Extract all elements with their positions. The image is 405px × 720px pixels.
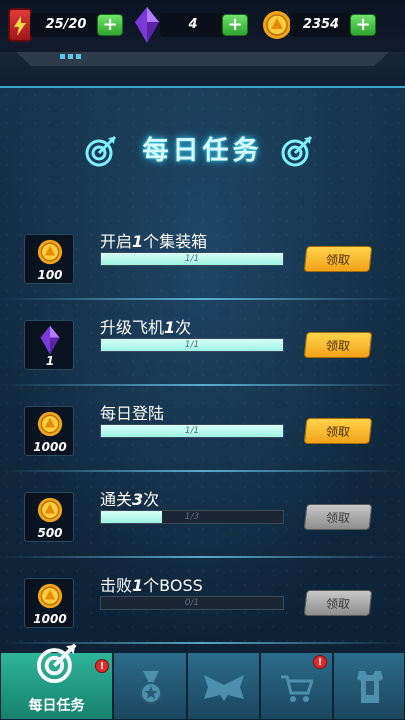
reward-box: 500 xyxy=(24,492,74,542)
progress-bar: 0/1 xyxy=(100,596,284,610)
add-energy-button[interactable]: + xyxy=(97,14,123,36)
resource-bar: 25/20 + 4 + 2354 + xyxy=(0,0,405,52)
cart-icon xyxy=(281,675,313,702)
armor-icon xyxy=(357,671,383,703)
reward-amount: 1000 xyxy=(33,612,67,626)
coin-display: 2354 xyxy=(290,13,352,37)
daily-tasks-panel: 每日任务 100 开启1个集装箱 1/1 领取 1 升级飞机1次 1/1 领取 … xyxy=(0,86,405,652)
progress-text: 1/3 xyxy=(184,512,200,522)
tab-medals[interactable] xyxy=(113,652,187,720)
task-name: 升级飞机1次 xyxy=(100,318,192,337)
bottom-nav: ! 每日任务 ! xyxy=(0,643,405,720)
coin-value: 2354 xyxy=(302,17,340,32)
task-name: 开启1个集装箱 xyxy=(100,232,208,251)
reward-box: 1 xyxy=(24,320,74,370)
claim-button[interactable]: 领取 xyxy=(303,504,373,530)
progress-text: 0/1 xyxy=(184,598,200,608)
tab-daily-tasks[interactable]: ! 每日任务 xyxy=(0,643,113,720)
progress-text: 1/1 xyxy=(184,426,200,436)
coin-icon xyxy=(263,11,291,39)
progress-bar: 1/1 xyxy=(100,252,284,266)
energy-display: 25/20 xyxy=(30,13,100,37)
claim-button[interactable]: 领取 xyxy=(303,246,373,272)
progress-text: 1/1 xyxy=(184,340,200,350)
task-row: 1000 击败1个BOSS 0/1 领取 xyxy=(0,558,405,644)
task-name: 击败1个BOSS xyxy=(100,576,203,595)
reward-box: 1000 xyxy=(24,406,74,456)
tab-equipment[interactable] xyxy=(333,652,405,720)
gold-coin-icon xyxy=(37,411,63,441)
task-row: 1000 每日登陆 1/1 领取 xyxy=(0,386,405,472)
tab-wings[interactable] xyxy=(187,652,260,720)
energy-value: 25/20 xyxy=(45,17,87,32)
add-coins-button[interactable]: + xyxy=(350,14,376,36)
gem-icon xyxy=(135,7,159,43)
target-icon xyxy=(85,135,117,167)
reward-box: 1000 xyxy=(24,578,74,628)
reward-amount: 500 xyxy=(37,526,63,540)
reward-box: 100 xyxy=(24,234,74,284)
target-icon xyxy=(36,643,77,684)
gold-coin-icon xyxy=(37,239,63,269)
progress-bar: 1/3 xyxy=(100,510,284,524)
task-row: 100 开启1个集装箱 1/1 领取 xyxy=(0,214,405,300)
claim-button[interactable]: 领取 xyxy=(303,590,373,616)
target-icon xyxy=(281,135,313,167)
add-gems-button[interactable]: + xyxy=(222,14,248,36)
progress-bar: 1/1 xyxy=(100,424,284,438)
energy-icon xyxy=(8,8,32,42)
task-name: 通关3次 xyxy=(100,490,160,509)
tab-shop[interactable]: ! xyxy=(260,652,333,720)
notification-badge: ! xyxy=(95,659,109,673)
header-decoration xyxy=(0,52,405,86)
reward-amount: 1 xyxy=(45,354,55,368)
task-row: 500 通关3次 1/3 领取 xyxy=(0,472,405,558)
gem-value: 4 xyxy=(188,17,198,32)
panel-header: 每日任务 xyxy=(0,128,405,174)
progress-text: 1/1 xyxy=(184,254,200,264)
reward-amount: 1000 xyxy=(33,440,67,454)
reward-amount: 100 xyxy=(37,268,63,282)
claim-button[interactable]: 领取 xyxy=(303,418,373,444)
claim-button[interactable]: 领取 xyxy=(303,332,373,358)
page-title: 每日任务 xyxy=(142,136,263,166)
gem-display: 4 xyxy=(160,13,226,37)
notification-badge: ! xyxy=(313,655,327,669)
gold-coin-icon xyxy=(37,497,63,527)
wings-icon xyxy=(204,675,244,701)
medal-icon xyxy=(140,671,162,704)
task-name: 每日登陆 xyxy=(100,404,165,423)
tab-label: 每日任务 xyxy=(28,698,85,714)
gold-coin-icon xyxy=(37,583,63,613)
task-row: 1 升级飞机1次 1/1 领取 xyxy=(0,300,405,386)
progress-bar: 1/1 xyxy=(100,338,284,352)
